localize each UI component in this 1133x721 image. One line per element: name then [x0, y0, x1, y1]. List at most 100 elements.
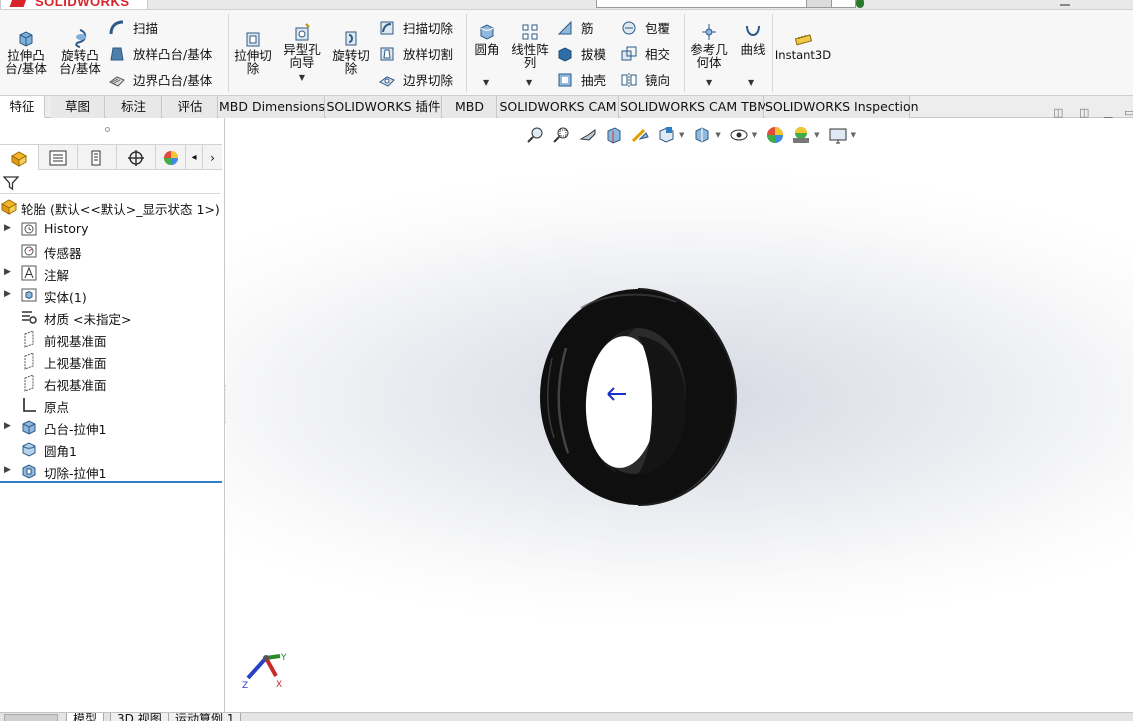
tree-item-sensors[interactable]: 传感器	[0, 240, 222, 262]
tree-item-front-plane[interactable]: 前视基准面	[0, 328, 222, 350]
boundary-boss-button[interactable]: 边界凸台/基体	[108, 70, 212, 89]
tree-item-fillet1[interactable]: 圆角1	[0, 438, 222, 460]
tree-item-boss-extrude1[interactable]: ▶ 凸台-拉伸1	[0, 416, 222, 438]
tree-filter[interactable]	[0, 171, 220, 194]
display-style-icon[interactable]	[692, 125, 712, 145]
expand-arrow-icon[interactable]: ▶	[4, 289, 11, 299]
tab-mbd-dimensions[interactable]: MBD Dimensions	[219, 96, 325, 118]
tab-display-manager[interactable]	[156, 145, 186, 170]
tab-evaluate[interactable]: 评估	[163, 96, 218, 118]
tab-features[interactable]: 特征	[0, 96, 45, 118]
hide-show-items-icon[interactable]	[729, 125, 749, 145]
linear-pattern-dropdown-icon[interactable]: ▼	[526, 78, 532, 87]
instant3d-button[interactable]: Instant3D	[775, 28, 831, 62]
tab-solidworks-addins[interactable]: SOLIDWORKS 插件	[326, 96, 442, 118]
linear-pattern-icon	[522, 24, 538, 40]
apply-scene-dropdown-icon[interactable]: ▼	[814, 131, 819, 139]
strip-button[interactable]	[806, 0, 832, 8]
revolve-boss-button[interactable]: 旋转凸 台/基体	[57, 28, 103, 75]
revolve-cut-button[interactable]: 旋转切 除	[329, 28, 373, 75]
expand-arrow-icon[interactable]: ▶	[4, 223, 11, 233]
tab-scroll-left-icon[interactable]: ◂	[186, 145, 203, 170]
tab-dimxpert-manager[interactable]	[117, 145, 156, 170]
tab-scroll-buttons[interactable]	[4, 714, 58, 721]
tree-item-material[interactable]: 材质 <未指定>	[0, 306, 222, 328]
tree-root-part[interactable]: 轮胎 (默认<<默认>_显示状态 1>)	[0, 196, 222, 218]
lofted-cut-label: 放样切割	[403, 47, 454, 62]
tree-item-solid-bodies[interactable]: ▶ 实体(1)	[0, 284, 222, 306]
apply-scene-icon[interactable]	[791, 125, 811, 145]
tree-root-label: 轮胎 (默认<<默认>_显示状态 1>)	[21, 202, 220, 217]
tab-solidworks-cam[interactable]: SOLIDWORKS CAM	[498, 96, 619, 118]
edit-appearance-icon[interactable]	[765, 125, 785, 145]
tab-motion-study-1[interactable]: 运动算例 1	[168, 713, 242, 721]
tab-solidworks-inspection[interactable]: SOLIDWORKS Inspection	[765, 96, 919, 118]
fillet-button[interactable]: 圆角	[470, 22, 504, 56]
view-orientation-dropdown-icon[interactable]: ▼	[679, 131, 684, 139]
swept-cut-button[interactable]: 扫描切除	[378, 18, 453, 37]
curves-dropdown-icon[interactable]: ▼	[748, 78, 754, 87]
section-view-icon[interactable]	[604, 125, 624, 145]
minimize-icon[interactable]	[1060, 4, 1070, 6]
tree-item-origin[interactable]: 原点	[0, 394, 222, 416]
fillet-dropdown-icon[interactable]: ▼	[483, 78, 489, 87]
tab-mbd[interactable]: MBD	[443, 96, 497, 118]
dynamic-annotation-views-icon[interactable]	[630, 125, 650, 145]
hole-wizard-label: 异型孔 向导	[283, 42, 321, 70]
mirror-button[interactable]: 镜向	[620, 70, 670, 89]
previous-view-icon[interactable]	[578, 125, 598, 145]
tab-model[interactable]: 模型	[66, 713, 105, 721]
intersect-button[interactable]: 相交	[620, 44, 670, 63]
graphics-area[interactable]: ▼ ▼ ▼ ▼ ▼ Z Y X	[226, 118, 1133, 712]
dimxpert-icon	[128, 149, 144, 166]
sweep-button[interactable]: 扫描	[108, 18, 158, 37]
hole-wizard-dropdown-icon[interactable]: ▼	[299, 71, 305, 84]
zoom-to-area-icon[interactable]	[552, 125, 572, 145]
expand-arrow-icon[interactable]: ▶	[4, 465, 11, 475]
reference-geometry-button[interactable]: 参考几 何体	[688, 22, 730, 69]
view-orientation-icon[interactable]	[656, 125, 676, 145]
tree-item-history[interactable]: ▶ History	[0, 218, 222, 240]
zoom-to-fit-icon[interactable]	[526, 125, 546, 145]
tree-item-right-plane[interactable]: 右视基准面	[0, 372, 222, 394]
loft-boss-button[interactable]: 放样凸台/基体	[108, 44, 212, 63]
tab-3d-views[interactable]: 3D 视图	[110, 713, 169, 721]
display-style-dropdown-icon[interactable]: ▼	[715, 131, 720, 139]
rib-button[interactable]: 筋	[556, 18, 594, 37]
extrude-boss-button[interactable]: 拉伸凸 台/基体	[5, 28, 47, 75]
tab-solidworks-cam-tbm[interactable]: SOLIDWORKS CAM TBM	[620, 96, 768, 118]
tab-markup[interactable]: 标注	[106, 96, 162, 118]
solidworks-logo[interactable]: SOLIDWORKS	[0, 0, 148, 9]
linear-pattern-button[interactable]: 线性阵 列	[508, 22, 552, 69]
tab-scroll-right-icon[interactable]: ›	[203, 145, 222, 170]
draft-button[interactable]: 拔模	[556, 44, 606, 63]
tab-property-manager[interactable]	[39, 145, 78, 170]
shell-button[interactable]: 抽壳	[556, 70, 606, 89]
lofted-cut-button[interactable]: 放样切割	[378, 44, 453, 63]
expand-arrow-icon[interactable]: ▶	[4, 421, 11, 431]
display-manager-icon	[163, 150, 178, 165]
expand-arrow-icon[interactable]: ▶	[4, 267, 11, 277]
hide-show-dropdown-icon[interactable]: ▼	[752, 131, 757, 139]
boundary-cut-button[interactable]: 边界切除	[378, 70, 453, 89]
intersect-label: 相交	[645, 47, 671, 62]
tree-item-cut-extrude1[interactable]: ▶ 切除-拉伸1	[0, 460, 222, 482]
title-strip: SOLIDWORKS	[0, 0, 1133, 10]
tire-model[interactable]	[526, 278, 756, 518]
tab-configuration-manager[interactable]	[78, 145, 117, 170]
rollback-bar[interactable]	[0, 481, 222, 483]
solid-bodies-icon	[21, 288, 37, 302]
wrap-button[interactable]: 包覆	[620, 18, 670, 37]
curves-button[interactable]: 曲线	[736, 22, 770, 56]
tab-feature-manager[interactable]	[0, 145, 39, 170]
panel-splitter[interactable]	[0, 118, 225, 142]
hole-wizard-button[interactable]: 异型孔 向导 ▼	[280, 22, 324, 84]
extrude-cut-button[interactable]: 拉伸切 除	[232, 28, 274, 75]
view-settings-icon[interactable]	[828, 125, 848, 145]
reference-geometry-dropdown-icon[interactable]: ▼	[706, 78, 712, 87]
view-settings-dropdown-icon[interactable]: ▼	[851, 131, 856, 139]
reference-triad[interactable]: Z Y X	[238, 646, 294, 690]
tree-item-annotations[interactable]: ▶ 注解	[0, 262, 222, 284]
tree-item-top-plane[interactable]: 上视基准面	[0, 350, 222, 372]
tab-sketch[interactable]: 草图	[51, 96, 105, 118]
